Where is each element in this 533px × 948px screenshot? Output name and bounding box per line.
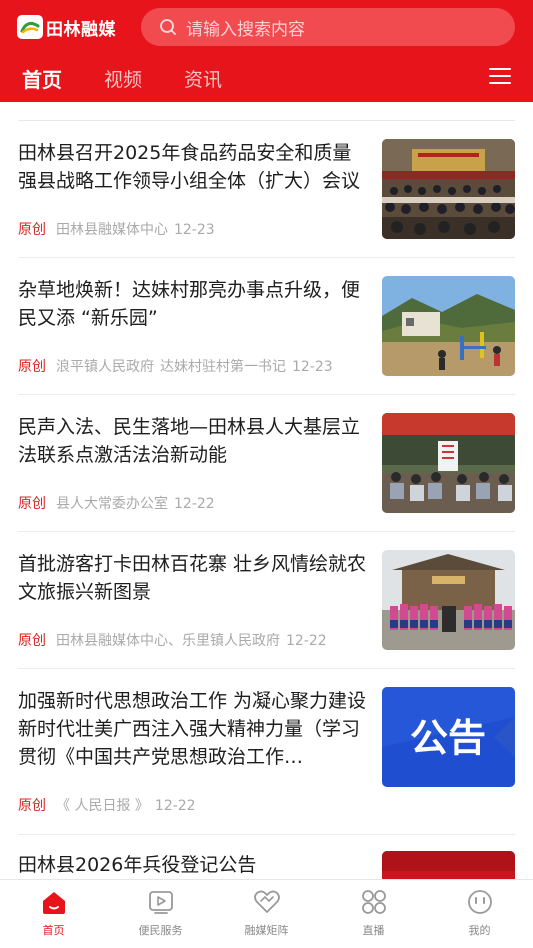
search-bar[interactable]: 请输入搜索内容 xyxy=(141,8,515,46)
original-tag: 原创 xyxy=(18,798,46,814)
app-header: 田林融媒 请输入搜索内容 首页 视频 资讯 xyxy=(0,0,533,102)
original-tag: 原创 xyxy=(18,633,46,649)
search-placeholder[interactable]: 请输入搜索内容 xyxy=(186,15,305,40)
nav-profile[interactable]: 我的 xyxy=(426,880,533,948)
article-date: 12-23 xyxy=(174,222,215,238)
nav-label: 我的 xyxy=(468,924,491,937)
smile-face-icon xyxy=(467,890,492,914)
divider xyxy=(18,834,515,835)
article-source: 县人大常委办公室 xyxy=(56,496,168,512)
article-title: 加强新时代思想政治工作 为凝心聚力建设新时代壮美广西注入强大精神力量（学习贯彻《… xyxy=(18,690,367,768)
nav-label: 直播 xyxy=(362,924,385,937)
article-date: 12-22 xyxy=(174,496,215,512)
article-thumbnail xyxy=(382,550,515,650)
article-source: 田林县融媒体中心 xyxy=(56,222,168,238)
article-source-secondary: 达妹村驻村第一书记 xyxy=(160,359,286,375)
nav-label: 首页 xyxy=(42,924,65,937)
article-item[interactable]: 杂草地焕新！达妹村那亮办事点升级，便民又添 “新乐园” 原创 浪平镇人民政府 达妹村… xyxy=(18,276,515,376)
article-thumbnail xyxy=(382,851,515,879)
article-date: 12-22 xyxy=(154,798,196,814)
nav-media-matrix[interactable]: 融媒矩阵 xyxy=(213,880,320,948)
divider xyxy=(18,257,515,258)
article-title: 田林县召开2025年食品药品安全和质量强县战略工作领导小组全体（扩大）会议 xyxy=(18,142,361,192)
article-source: 《 人民日报 》 xyxy=(56,798,149,814)
play-square-icon xyxy=(148,891,173,914)
article-item[interactable]: 田林县召开2025年食品药品安全和质量强县战略工作领导小组全体（扩大）会议 原创… xyxy=(18,139,515,239)
article-meta: 原创 田林县融媒体中心 12-23 xyxy=(18,219,215,239)
nav-label: 融媒矩阵 xyxy=(244,924,289,937)
article-title: 田林县2026年兵役登记公告 xyxy=(18,854,257,876)
menu-icon[interactable] xyxy=(488,66,512,86)
article-meta: 原创《 人民日报 》 12-22 xyxy=(18,795,196,815)
search-icon xyxy=(160,19,176,35)
article-item[interactable]: 民声入法、民生落地—田林县人大基层立法联系点激活法治新动能 原创 县人大常委办公室… xyxy=(18,413,515,513)
divider xyxy=(18,668,515,669)
original-tag: 原创 xyxy=(18,222,46,238)
original-tag: 原创 xyxy=(18,496,46,512)
nav-label: 便民服务 xyxy=(138,924,183,937)
tab-video[interactable]: 视频 xyxy=(104,65,142,92)
divider xyxy=(18,120,515,121)
channel-tabs: 首页 视频 资讯 xyxy=(0,60,264,96)
article-thumbnail xyxy=(382,276,515,376)
article-title: 杂草地焕新！达妹村那亮办事点升级，便民又添 “新乐园” xyxy=(18,279,361,329)
article-date: 12-22 xyxy=(286,633,327,649)
article-thumbnail xyxy=(382,413,515,513)
heart-link-icon xyxy=(253,890,280,913)
original-tag: 原创 xyxy=(18,359,46,375)
nav-live[interactable]: 直播 xyxy=(320,880,427,948)
home-icon xyxy=(42,892,65,914)
news-feed: 田林县召开2025年食品药品安全和质量强县战略工作领导小组全体（扩大）会议 原创… xyxy=(0,102,533,879)
article-thumbnail: 公告 xyxy=(382,687,515,787)
divider xyxy=(18,394,515,395)
article-meta: 原创 浪平镇人民政府 达妹村驻村第一书记 12-23 xyxy=(18,356,333,376)
article-source: 田林县融媒体中心、乐里镇人民政府 xyxy=(56,633,280,649)
nav-home[interactable]: 首页 xyxy=(0,880,107,948)
article-meta: 原创 县人大常委办公室 12-22 xyxy=(18,493,215,513)
article-item[interactable]: 加强新时代思想政治工作 为凝心聚力建设新时代壮美广西注入强大精神力量（学习贯彻《… xyxy=(18,687,515,817)
article-item[interactable]: 首批游客打卡田林百花寨 壮乡风情绘就农文旅振兴新图景 原创 田林县融媒体中心、乐里… xyxy=(18,550,515,650)
tab-news[interactable]: 资讯 xyxy=(184,65,222,92)
tab-home[interactable]: 首页 xyxy=(22,64,62,93)
article-meta: 原创 田林县融媒体中心、乐里镇人民政府 12-22 xyxy=(18,630,327,650)
grid-icon xyxy=(361,890,386,914)
nav-services[interactable]: 便民服务 xyxy=(107,880,214,948)
article-item[interactable]: 田林县2026年兵役登记公告 xyxy=(18,851,515,879)
article-date: 12-23 xyxy=(292,359,333,375)
logo-badge-icon xyxy=(17,15,43,39)
announcement-text: 公告 xyxy=(410,716,486,760)
bottom-navigation: 首页 便民服务 融媒矩阵 直播 我的 xyxy=(0,879,533,948)
divider xyxy=(18,531,515,532)
logo-text: 田林融媒 xyxy=(46,19,116,40)
app-logo: 田林融媒 xyxy=(17,13,116,41)
article-title: 首批游客打卡田林百花寨 壮乡风情绘就农文旅振兴新图景 xyxy=(18,553,367,603)
article-title: 民声入法、民生落地—田林县人大基层立法联系点激活法治新动能 xyxy=(18,416,361,466)
article-thumbnail xyxy=(382,139,515,239)
article-source: 浪平镇人民政府 xyxy=(56,359,154,375)
